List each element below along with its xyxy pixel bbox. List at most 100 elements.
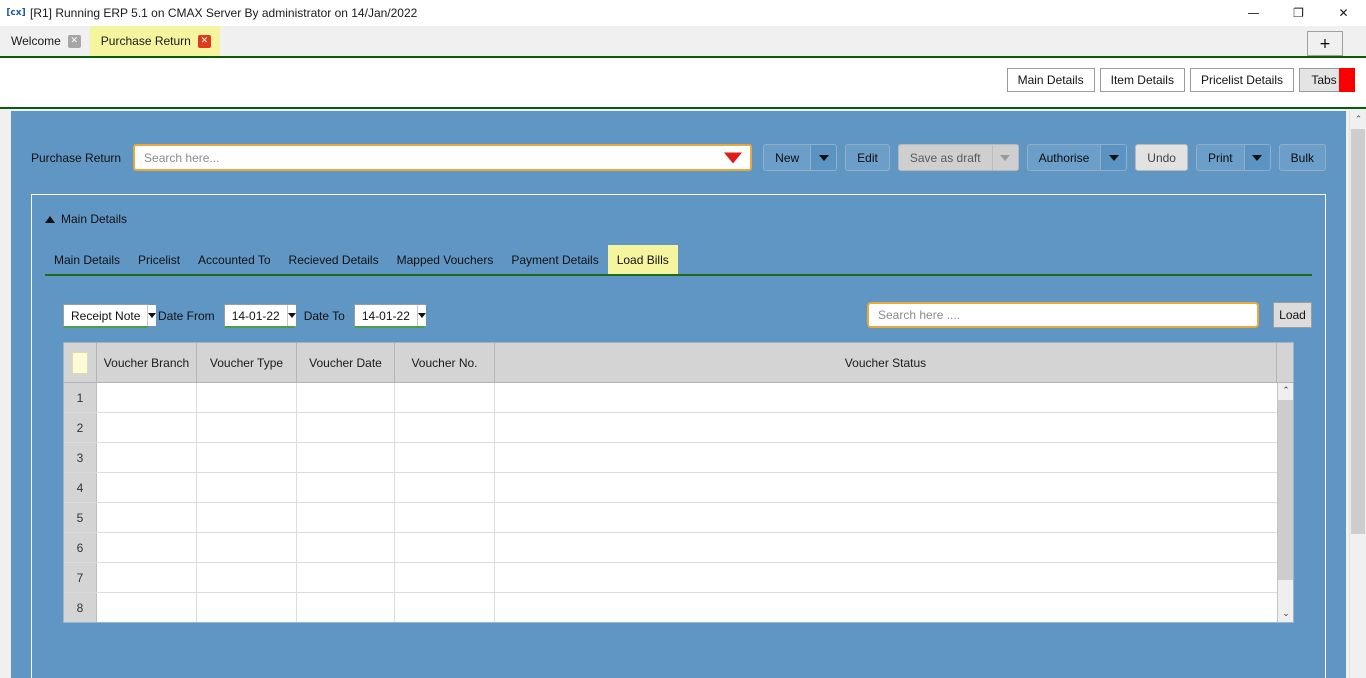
bulk-button[interactable]: Bulk (1278, 144, 1326, 171)
scroll-up-icon[interactable]: ⌃ (1278, 383, 1293, 399)
chevron-down-icon[interactable] (1100, 145, 1127, 170)
cell-voucher-type[interactable] (197, 443, 297, 472)
cell-voucher-no[interactable] (395, 383, 495, 412)
cell-voucher-date[interactable] (297, 593, 395, 622)
cell-voucher-status[interactable] (495, 413, 1277, 442)
cell-voucher-branch[interactable] (97, 383, 197, 412)
authorise-button[interactable]: Authorise (1026, 144, 1128, 171)
page-scrollbar[interactable]: ⌃ (1349, 111, 1366, 678)
grid-scroll-thumb[interactable] (1278, 400, 1293, 580)
cell-voucher-no[interactable] (395, 503, 495, 532)
table-row[interactable]: 4 (64, 473, 1277, 503)
cell-voucher-no[interactable] (395, 563, 495, 592)
chevron-down-icon[interactable] (1243, 145, 1270, 170)
cell-voucher-branch[interactable] (97, 533, 197, 562)
cell-voucher-status[interactable] (495, 443, 1277, 472)
cell-voucher-no[interactable] (395, 593, 495, 622)
cell-voucher-type[interactable] (197, 533, 297, 562)
main-details-button[interactable]: Main Details (1006, 68, 1095, 92)
cell-voucher-type[interactable] (197, 563, 297, 592)
cell-voucher-date[interactable] (297, 533, 395, 562)
chevron-down-icon[interactable] (991, 145, 1018, 170)
cell-voucher-date[interactable] (297, 503, 395, 532)
scroll-down-icon[interactable]: ⌄ (1278, 606, 1293, 622)
cell-voucher-branch[interactable] (97, 563, 197, 592)
cell-voucher-branch[interactable] (97, 593, 197, 622)
chevron-down-icon[interactable] (810, 145, 837, 170)
table-row[interactable]: 1 (64, 383, 1277, 413)
tab-close-icon[interactable]: ✕ (197, 34, 211, 48)
cell-voucher-status[interactable] (495, 473, 1277, 502)
cell-voucher-type[interactable] (197, 473, 297, 502)
subtab-recieved-details[interactable]: Recieved Details (280, 245, 388, 274)
print-button[interactable]: Print (1195, 144, 1271, 171)
table-row[interactable]: 8 (64, 593, 1277, 622)
cell-voucher-status[interactable] (495, 503, 1277, 532)
subtab-main-details[interactable]: Main Details (45, 245, 129, 274)
grid-search-box[interactable] (867, 302, 1259, 328)
table-row[interactable]: 6 (64, 533, 1277, 563)
triangle-up-icon[interactable] (45, 215, 55, 223)
restore-icon[interactable]: ❐ (1276, 0, 1321, 26)
load-button[interactable]: Load (1273, 302, 1312, 328)
cell-voucher-type[interactable] (197, 593, 297, 622)
grid-search-input[interactable] (869, 304, 1257, 326)
table-row[interactable]: 2 (64, 413, 1277, 443)
cell-voucher-branch[interactable] (97, 473, 197, 502)
record-search-input[interactable] (135, 146, 751, 169)
chevron-down-icon[interactable] (416, 305, 426, 326)
column-header-voucher-date[interactable]: Voucher Date (297, 343, 395, 382)
cell-voucher-date[interactable] (297, 563, 395, 592)
cell-voucher-branch[interactable] (97, 413, 197, 442)
cell-voucher-status[interactable] (495, 593, 1277, 622)
item-details-button[interactable]: Item Details (1099, 68, 1185, 92)
date-from-select[interactable]: 14-01-22 (223, 304, 296, 328)
pricelist-details-button[interactable]: Pricelist Details (1189, 68, 1294, 92)
cell-voucher-no[interactable] (395, 413, 495, 442)
tab-close-icon[interactable]: ✕ (67, 34, 81, 48)
page-scroll-thumb[interactable] (1351, 129, 1365, 534)
chevron-down-icon[interactable] (286, 305, 296, 326)
subtab-load-bills[interactable]: Load Bills (607, 245, 678, 274)
voucher-type-select[interactable]: Receipt Note (63, 304, 157, 328)
page-scroll-up-icon[interactable]: ⌃ (1350, 111, 1366, 128)
cell-voucher-type[interactable] (197, 413, 297, 442)
grid-scrollbar[interactable]: ⌃ ⌄ (1277, 383, 1293, 622)
add-tab-button[interactable]: + (1307, 31, 1343, 56)
minimize-icon[interactable]: — (1231, 0, 1276, 26)
cell-voucher-type[interactable] (197, 383, 297, 412)
select-all-swatch[interactable] (72, 351, 88, 374)
cell-voucher-no[interactable] (395, 443, 495, 472)
cell-voucher-branch[interactable] (97, 443, 197, 472)
cell-voucher-date[interactable] (297, 443, 395, 472)
column-header-voucher-status[interactable]: Voucher Status (495, 343, 1277, 382)
tabs-button[interactable]: Tabs (1299, 68, 1355, 92)
section-header[interactable]: Main Details (45, 212, 127, 226)
tab-purchase-return[interactable]: Purchase Return ✕ (89, 26, 220, 56)
save-as-draft-button[interactable]: Save as draft (897, 144, 1019, 171)
new-button[interactable]: New (763, 144, 838, 171)
cell-voucher-date[interactable] (297, 383, 395, 412)
cell-voucher-no[interactable] (395, 473, 495, 502)
subtab-mapped-vouchers[interactable]: Mapped Vouchers (388, 245, 503, 274)
table-row[interactable]: 5 (64, 503, 1277, 533)
tab-welcome[interactable]: Welcome ✕ (0, 26, 90, 56)
edit-button[interactable]: Edit (845, 144, 890, 171)
subtab-pricelist[interactable]: Pricelist (129, 245, 189, 274)
subtab-accounted-to[interactable]: Accounted To (189, 245, 280, 274)
column-header-voucher-no[interactable]: Voucher No. (395, 343, 495, 382)
cell-voucher-date[interactable] (297, 413, 395, 442)
dropdown-caret-icon[interactable] (724, 152, 743, 163)
column-header-voucher-branch[interactable]: Voucher Branch (97, 343, 197, 382)
cell-voucher-no[interactable] (395, 533, 495, 562)
cell-voucher-branch[interactable] (97, 503, 197, 532)
cell-voucher-status[interactable] (495, 563, 1277, 592)
date-to-select[interactable]: 14-01-22 (353, 304, 426, 328)
cell-voucher-status[interactable] (495, 533, 1277, 562)
subtab-payment-details[interactable]: Payment Details (502, 245, 607, 274)
record-search-box[interactable] (133, 144, 753, 171)
chevron-down-icon[interactable] (147, 305, 157, 326)
undo-button[interactable]: Undo (1135, 144, 1188, 171)
cell-voucher-status[interactable] (495, 383, 1277, 412)
close-icon[interactable]: ✕ (1321, 0, 1366, 26)
